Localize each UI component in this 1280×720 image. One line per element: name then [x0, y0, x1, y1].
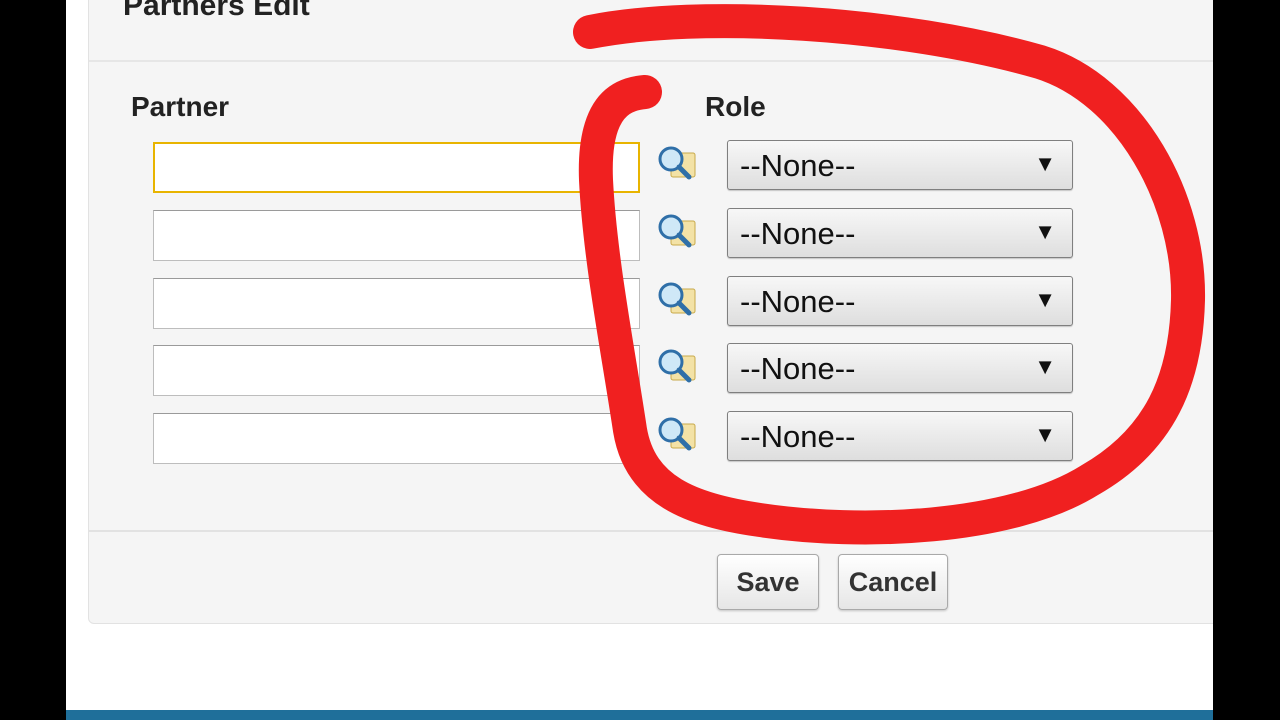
header-divider	[89, 60, 1213, 62]
lookup-icon[interactable]	[655, 212, 699, 252]
triangle-down-icon: ▼	[1034, 287, 1056, 312]
lookup-icon[interactable]	[655, 144, 699, 184]
partner-input-3[interactable]	[153, 278, 640, 329]
triangle-down-icon: ▼	[1034, 354, 1056, 379]
bottom-bar	[66, 710, 1213, 720]
triangle-down-icon: ▼	[1034, 219, 1056, 244]
lookup-icon[interactable]	[655, 280, 699, 320]
partner-input-5[interactable]	[153, 413, 640, 464]
lookup-icon[interactable]	[655, 415, 699, 455]
role-select-1[interactable]: --None-- ▼	[727, 140, 1073, 190]
partner-input-1[interactable]	[153, 142, 640, 193]
role-select-value: --None--	[740, 148, 856, 183]
partner-column-label: Partner	[131, 91, 230, 122]
save-button[interactable]: Save	[717, 554, 819, 610]
lookup-icon[interactable]	[655, 347, 699, 387]
role-select-4[interactable]: --None-- ▼	[727, 343, 1073, 393]
role-select-2[interactable]: --None-- ▼	[727, 208, 1073, 258]
role-column-label: Role	[705, 91, 766, 122]
triangle-down-icon: ▼	[1034, 151, 1056, 176]
role-select-value: --None--	[740, 351, 856, 386]
role-select-5[interactable]: --None-- ▼	[727, 411, 1073, 461]
panel-title: Partners Edit	[123, 0, 310, 22]
partners-edit-panel: Partners Edit Partner Role --None-- ▼ --…	[88, 0, 1213, 624]
role-select-3[interactable]: --None-- ▼	[727, 276, 1073, 326]
role-select-value: --None--	[740, 216, 856, 251]
screen: Partners Edit Partner Role --None-- ▼ --…	[66, 0, 1213, 720]
partner-input-4[interactable]	[153, 345, 640, 396]
footer-divider	[89, 530, 1213, 532]
cancel-button[interactable]: Cancel	[838, 554, 948, 610]
partner-input-2[interactable]	[153, 210, 640, 261]
role-select-value: --None--	[740, 419, 856, 454]
role-select-value: --None--	[740, 284, 856, 319]
triangle-down-icon: ▼	[1034, 422, 1056, 447]
